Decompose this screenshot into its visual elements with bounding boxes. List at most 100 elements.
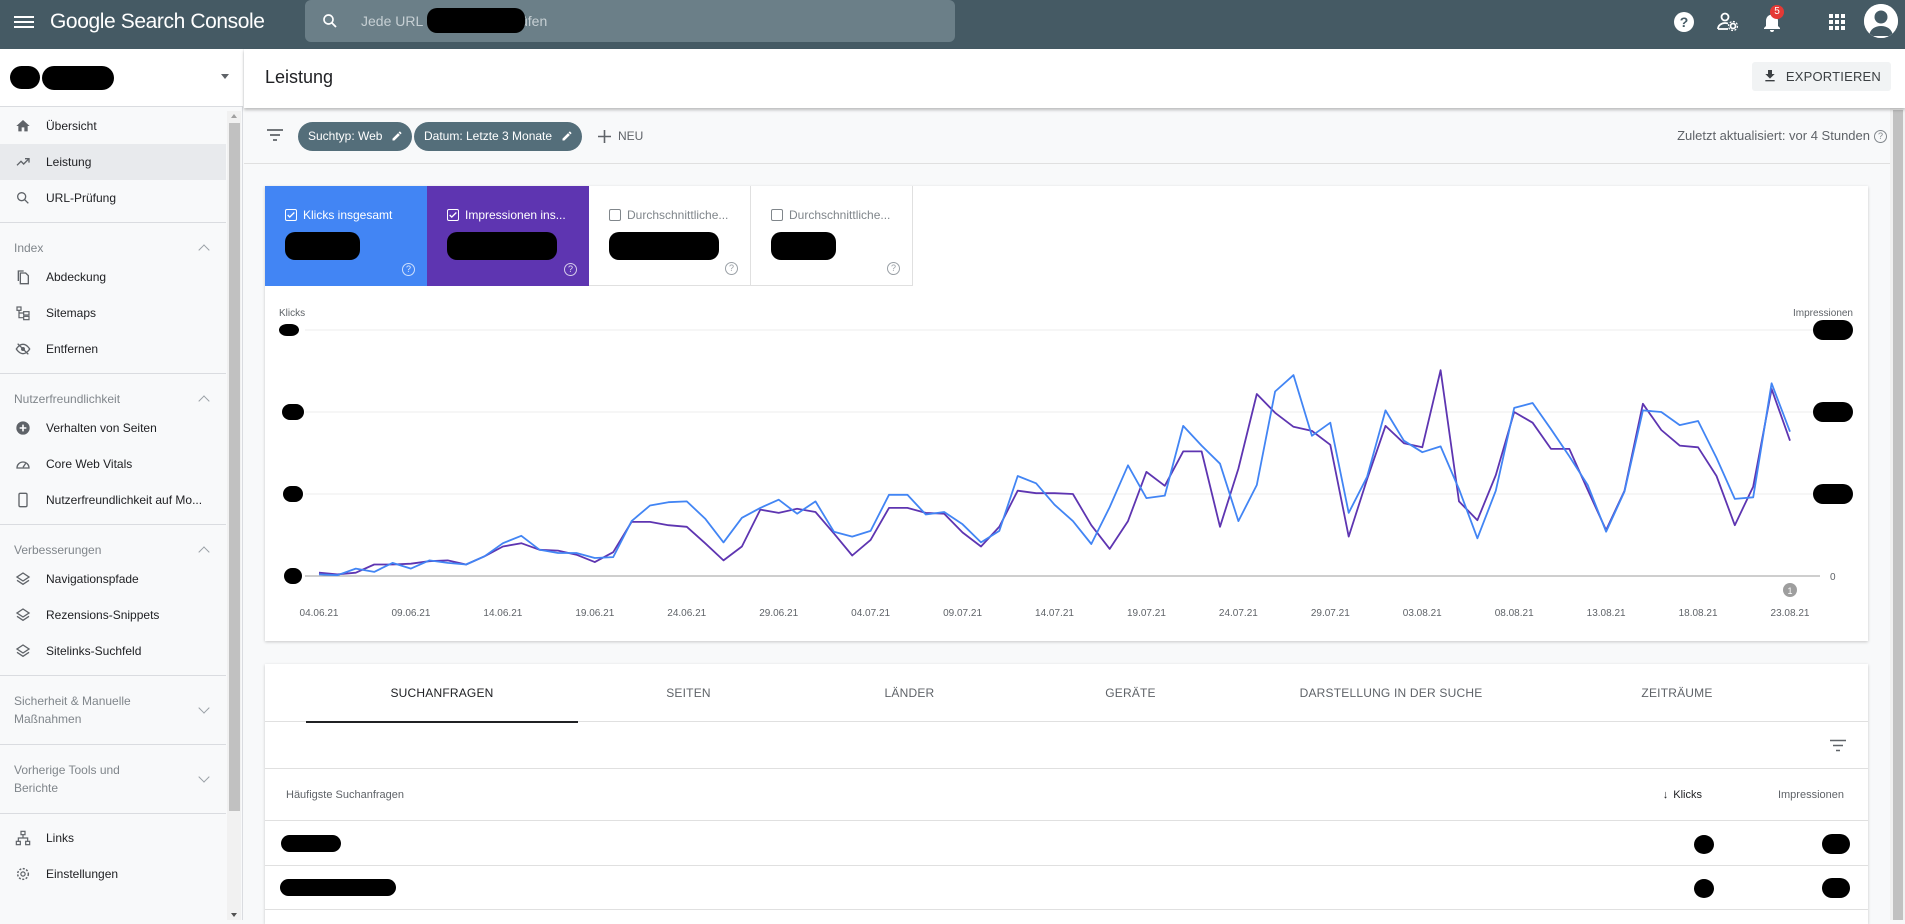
x-tick-label: 19.06.21 <box>575 608 614 619</box>
sidebar-item-label: Abdeckung <box>46 270 107 284</box>
app-title[interactable]: Google Search Console <box>50 10 265 34</box>
table-filter-icon[interactable] <box>1830 739 1846 752</box>
metric-average-position[interactable]: Durchschnittliche... ? <box>751 186 913 286</box>
tab-suchanfragen[interactable]: SUCHANFRAGEN <box>306 664 578 723</box>
sidebar-item-label: Navigationspfade <box>46 572 139 586</box>
filter-chip-date[interactable]: Datum: Letzte 3 Monate <box>414 122 583 151</box>
scrollbar-thumb[interactable] <box>1893 110 1903 920</box>
column-header-impressions[interactable]: Impressionen <box>1778 789 1844 801</box>
sidebar-item-abdeckung[interactable]: Abdeckung <box>0 259 226 295</box>
scrollbar-thumb[interactable] <box>229 123 240 811</box>
search-icon <box>14 189 32 207</box>
help-circle-icon[interactable]: ? <box>1874 130 1887 144</box>
sidebar-item-label: Sitelinks-Suchfeld <box>46 644 142 658</box>
sidebar-item-verhalten-von-seiten[interactable]: Verhalten von Seiten <box>0 410 226 446</box>
redacted-query <box>281 835 341 852</box>
right-axis-title: Impressionen <box>1793 308 1853 319</box>
user-settings-icon[interactable] <box>1716 10 1740 34</box>
tab-zeitraeume[interactable]: ZEITRÄUME <box>1541 664 1813 722</box>
add-circle-icon <box>14 419 32 437</box>
performance-chart-card: Klicks Impressionen 0 04.06.21 09.06.21 14.06… <box>265 186 1868 641</box>
section-sicherheit[interactable]: Sicherheit & Manuelle Maßnahmen <box>0 676 226 744</box>
scroll-down-arrow-icon[interactable] <box>231 913 237 917</box>
dropdown-caret-icon <box>221 74 229 79</box>
help-circle-icon[interactable]: ? <box>564 263 577 276</box>
layers-icon <box>14 570 32 588</box>
plus-icon <box>598 130 611 143</box>
sidebar-item-leistung[interactable]: Leistung <box>0 144 226 180</box>
sidebar-item-core-web-vitals[interactable]: Core Web Vitals <box>0 446 226 482</box>
redacted-left-tick-label <box>284 568 302 584</box>
section-title: Index <box>14 241 44 255</box>
sidebar-item-sitelinks-suchfeld[interactable]: Sitelinks-Suchfeld <box>0 633 226 669</box>
property-selector[interactable] <box>0 49 243 107</box>
page-header: Leistung EXPORTIEREN <box>244 49 1905 108</box>
metric-label-wrap: Durchschnittliche... <box>609 208 728 222</box>
layers-icon <box>14 642 32 660</box>
help-icon[interactable]: ? <box>1672 10 1696 34</box>
table-row[interactable] <box>265 866 1868 910</box>
x-tick-label: 19.07.21 <box>1127 608 1166 619</box>
help-circle-icon[interactable]: ? <box>402 263 415 276</box>
sidebar-scrollbar[interactable] <box>227 111 241 920</box>
x-tick-label: 14.07.21 <box>1035 608 1074 619</box>
add-filter-button[interactable]: NEU <box>596 122 643 151</box>
sidebar-item-label: Einstellungen <box>46 867 119 881</box>
series-line-impressionen <box>318 369 1791 576</box>
metric-average-ctr[interactable]: Durchschnittliche... ? <box>589 186 751 286</box>
export-button[interactable]: EXPORTIEREN <box>1751 62 1891 91</box>
sidebar-item-entfernen[interactable]: Entfernen <box>0 331 226 367</box>
x-tick-label: 14.06.21 <box>483 608 522 619</box>
tab-geraete[interactable]: GERÄTE <box>1020 664 1241 722</box>
menu-icon[interactable] <box>14 13 34 33</box>
table-row[interactable] <box>265 822 1868 866</box>
x-tick-label: 29.07.21 <box>1311 608 1350 619</box>
metric-total-clicks[interactable]: Klicks insgesamt ? <box>265 186 427 286</box>
sidebar-item-mobile-usability[interactable]: Nutzerfreundlichkeit auf Mo... <box>0 482 226 518</box>
metric-label-wrap: Klicks insgesamt <box>285 208 392 222</box>
redacted-metric-value <box>609 232 719 260</box>
sidebar-item-label: Leistung <box>46 155 92 169</box>
redacted-right-tick-label <box>1813 402 1853 422</box>
layers-icon <box>14 606 32 624</box>
section-vorherige-tools[interactable]: Vorherige Tools und Berichte <box>0 745 226 813</box>
url-inspection-search[interactable]: Jede URL in prüfen <box>305 0 955 42</box>
new-filter-label: NEU <box>618 129 644 143</box>
sidebar-item-einstellungen[interactable]: Einstellungen <box>0 856 226 892</box>
redacted-clicks <box>1694 879 1714 898</box>
last-updated-label: Zuletzt aktualisiert: vor 4 Stunden <box>1677 128 1870 143</box>
tab-laender[interactable]: LÄNDER <box>799 664 1020 722</box>
section-title: Nutzerfreundlichkeit <box>14 392 121 406</box>
scroll-up-arrow-icon[interactable] <box>231 114 237 118</box>
sidebar-item-navigationspfade[interactable]: Navigationspfade <box>0 561 226 597</box>
metric-label: Durchschnittliche... <box>627 208 729 222</box>
sidebar-item-label: Übersicht <box>46 119 97 133</box>
column-header-clicks[interactable]: ↓ Klicks <box>1663 789 1702 801</box>
help-circle-icon[interactable]: ? <box>887 262 900 275</box>
filter-icon[interactable] <box>266 128 284 142</box>
copy-pages-icon <box>14 268 32 286</box>
page-scrollbar[interactable] <box>1890 108 1905 920</box>
tab-darstellung[interactable]: DARSTELLUNG IN DER SUCHE <box>1241 664 1541 722</box>
sidebar-item-sitemaps[interactable]: Sitemaps <box>0 295 226 331</box>
sidebar-item-rezensions-snippets[interactable]: Rezensions-Snippets <box>0 597 226 633</box>
column-label: Klicks <box>1673 789 1702 801</box>
metric-total-impressions[interactable]: Impressionen ins... ? <box>427 186 589 286</box>
apps-grid-icon[interactable] <box>1825 10 1849 34</box>
search-icon <box>323 14 337 28</box>
filter-chip-search-type[interactable]: Suchtyp: Web <box>298 122 413 151</box>
network-icon <box>14 829 32 847</box>
left-axis-title: Klicks <box>279 308 305 319</box>
section-title: Verbesserungen <box>14 543 102 557</box>
sidebar-item-links[interactable]: Links <box>0 820 226 856</box>
redacted-metric-value <box>447 232 557 260</box>
sidebar-item-url-pruefung[interactable]: URL-Prüfung <box>0 180 226 216</box>
sidebar-item-uebersicht[interactable]: Übersicht <box>0 108 226 144</box>
x-tick-label: 08.08.21 <box>1495 608 1534 619</box>
tab-seiten[interactable]: SEITEN <box>578 664 799 722</box>
section-title: Vorherige Tools und <box>14 763 120 777</box>
sort-down-arrow-icon: ↓ <box>1662 789 1669 801</box>
help-circle-icon[interactable]: ? <box>725 262 738 275</box>
account-avatar-icon[interactable] <box>1864 4 1898 38</box>
redacted-clicks <box>1694 835 1714 854</box>
